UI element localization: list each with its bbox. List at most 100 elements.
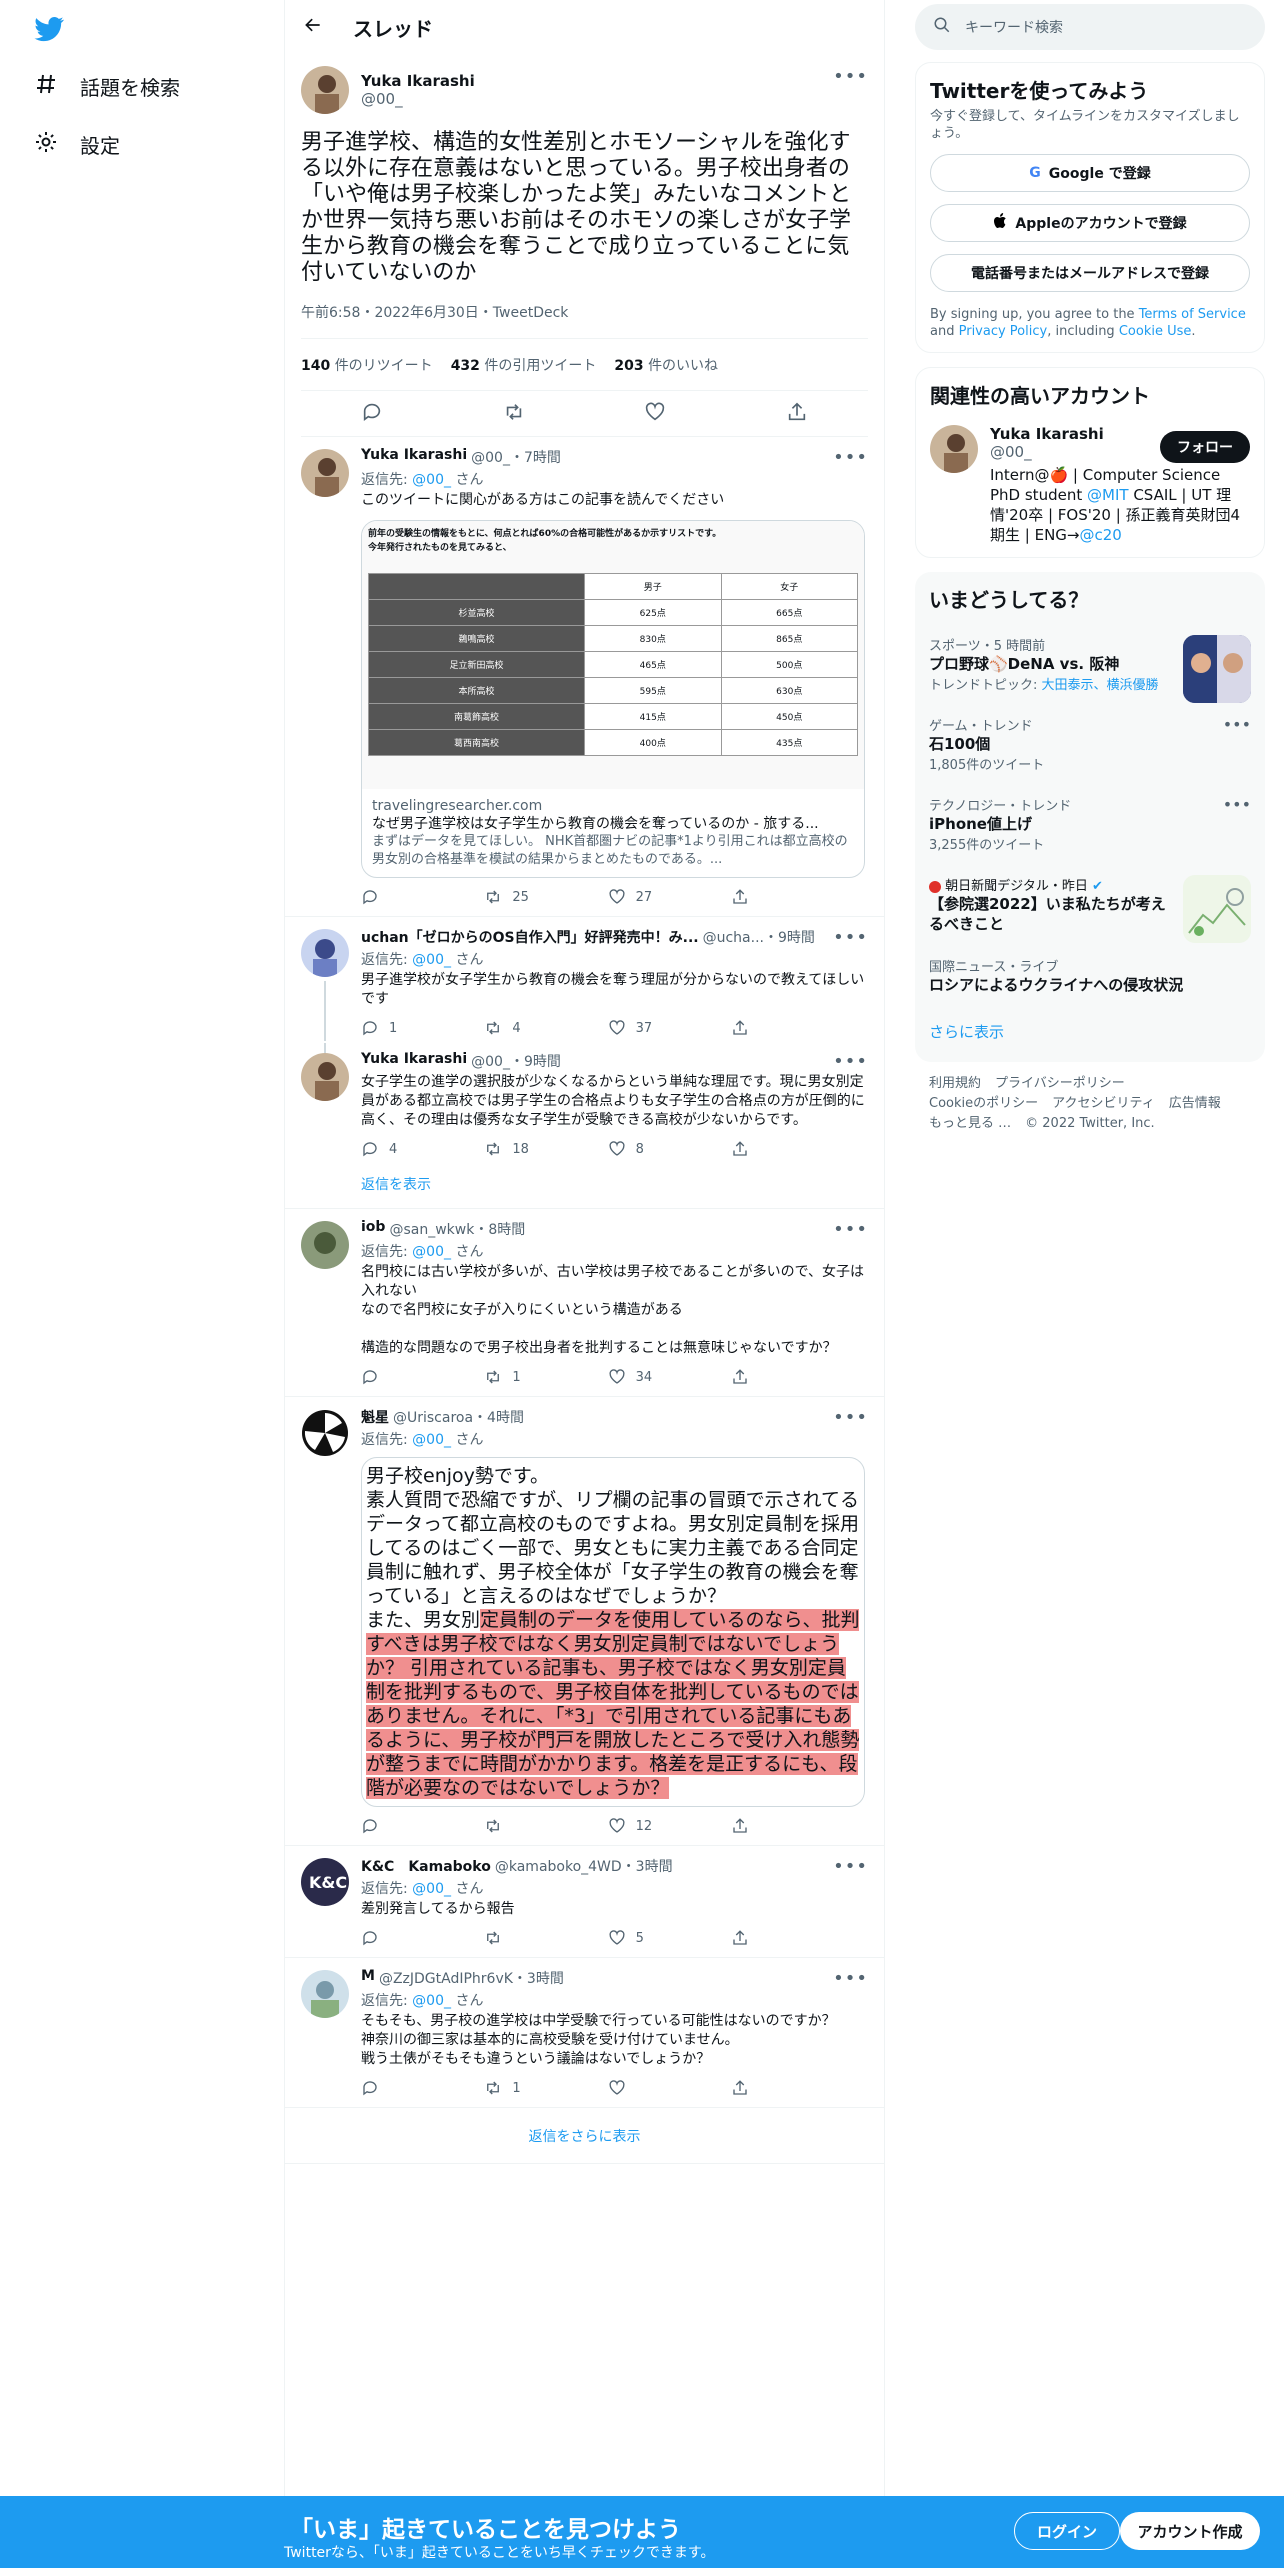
avatar[interactable]	[301, 929, 349, 977]
reply-to-link[interactable]: @00_	[412, 1432, 451, 1448]
trend-item[interactable]: 朝日新聞デジタル・昨日 ✔ 【参院選2022】いま私たちが考えるべきこと	[929, 875, 1251, 943]
google-signup-button[interactable]: G Google で登録	[930, 154, 1250, 192]
reply-tweet[interactable]: ••• iob @san_wkwk・8時間 返信先: @00_ さん 名門校には古…	[285, 1209, 884, 1397]
retweet-button[interactable]: 1	[484, 2079, 544, 2097]
phone-email-signup-button[interactable]: 電話番号またはメールアドレスで登録	[930, 254, 1250, 292]
reply-button[interactable]	[361, 1929, 421, 1947]
reply-button[interactable]	[361, 2079, 421, 2097]
cookie-link[interactable]: Cookie Use	[1119, 324, 1192, 339]
apple-signup-button[interactable]: Appleのアカウントで登録	[930, 204, 1250, 242]
author-handle[interactable]: @00_	[361, 90, 475, 108]
like-button[interactable]: 5	[608, 1929, 668, 1947]
share-icon[interactable]	[786, 401, 808, 427]
author-name[interactable]: Yuka Ikarashi	[361, 72, 475, 90]
reply-tweet[interactable]: ••• Yuka Ikarashi @00_・7時間 返信先: @00_ さん こ…	[285, 437, 884, 917]
retweet-button[interactable]	[484, 1929, 544, 1947]
author-handle[interactable]: @00_・9時間	[471, 1051, 561, 1071]
more-icon[interactable]: •••	[1223, 795, 1251, 814]
avatar[interactable]	[301, 66, 349, 114]
author-name[interactable]: iob	[361, 1219, 385, 1239]
reply-tweet[interactable]: K&C ••• K&C Kamaboko @kamaboko_4WD・3時間 返信…	[285, 1846, 884, 1958]
author-name[interactable]: K&C Kamaboko	[361, 1856, 491, 1876]
more-icon[interactable]: •••	[833, 1856, 868, 1877]
author-handle[interactable]: @Uriscaroa・4時間	[393, 1407, 524, 1427]
trends-show-more[interactable]: さらに表示	[929, 1021, 1251, 1042]
retweet-button[interactable]: 18	[484, 1140, 544, 1158]
more-icon[interactable]: •••	[833, 1407, 868, 1428]
retweet-button[interactable]: 25	[484, 888, 544, 906]
bio-c20-link[interactable]: @c20	[1079, 526, 1121, 544]
author-handle[interactable]: @ucha...・9時間	[703, 927, 815, 947]
back-arrow-icon[interactable]	[303, 15, 323, 39]
follow-button[interactable]: フォロー	[1160, 431, 1250, 463]
more-icon[interactable]: •••	[833, 66, 868, 87]
share-button[interactable]	[731, 1368, 791, 1386]
author-handle[interactable]: @00_・7時間	[471, 447, 561, 467]
avatar[interactable]	[301, 449, 349, 497]
avatar[interactable]	[301, 1409, 349, 1457]
author-handle[interactable]: @ZzJDGtAdIPhr6vK・3時間	[379, 1968, 564, 1988]
avatar[interactable]	[301, 1970, 349, 2018]
like-button[interactable]: 8	[608, 1140, 668, 1158]
reply-to-link[interactable]: @00_	[412, 1881, 451, 1897]
more-icon[interactable]: •••	[833, 927, 868, 948]
author-name[interactable]: 魁星	[361, 1407, 389, 1427]
nav-explore[interactable]: 話題を検索	[34, 72, 180, 101]
related-account[interactable]: Yuka Ikarashi @00_ Intern@🍎 | Computer S…	[930, 425, 1250, 545]
twitter-logo-icon[interactable]	[34, 14, 64, 44]
retweet-button[interactable]	[484, 1817, 544, 1835]
more-icon[interactable]: •••	[833, 1219, 868, 1240]
reply-to-link[interactable]: @00_	[412, 1993, 451, 2009]
reply-to-link[interactable]: @00_	[412, 472, 451, 488]
like-button[interactable]: 34	[608, 1368, 668, 1386]
retweet-button[interactable]: 1	[484, 1368, 544, 1386]
more-icon[interactable]: •••	[1223, 715, 1251, 734]
like-button[interactable]: 12	[608, 1817, 668, 1835]
attached-image[interactable]: 男子校enjoy勢です。 素人質問で恐縮ですが、リプ欄の記事の冒頭で示されてるデ…	[361, 1457, 865, 1807]
footer-link[interactable]: 広告情報	[1169, 1096, 1221, 1111]
reply-button[interactable]: 4	[361, 1140, 421, 1158]
avatar[interactable]	[301, 1053, 349, 1101]
reply-button[interactable]	[361, 1368, 421, 1386]
retweet-button[interactable]: 4	[484, 1019, 544, 1037]
tweet-meta[interactable]: 午前6:58・2022年6月30日・TweetDeck	[301, 302, 868, 339]
privacy-link[interactable]: Privacy Policy	[959, 324, 1048, 339]
author-handle[interactable]: @san_wkwk・8時間	[389, 1219, 525, 1239]
trend-item[interactable]: テクノロジー・トレンド iPhone値上げ 3,255件のツイート •••	[929, 795, 1251, 853]
search-input[interactable]: キーワード検索	[915, 4, 1265, 50]
author-handle[interactable]: @kamaboko_4WD・3時間	[495, 1856, 673, 1876]
bio-mit-link[interactable]: @MIT	[1087, 486, 1129, 504]
show-replies-link[interactable]: 返信を表示	[361, 1174, 868, 1194]
author-name[interactable]: Yuka Ikarashi	[361, 1051, 467, 1071]
share-button[interactable]	[731, 1140, 791, 1158]
share-button[interactable]	[731, 2079, 791, 2097]
reply-button[interactable]: 1	[361, 1019, 421, 1037]
footer-link[interactable]: プライバシーポリシー	[995, 1076, 1125, 1091]
link-card[interactable]: 前年の受験生の情報をもとに、何点とれば60%の合格可能性があるか示すリストです。…	[361, 520, 865, 878]
reply-to-link[interactable]: @00_	[412, 952, 451, 968]
reply-tweet[interactable]: ••• M @ZzJDGtAdIPhr6vK・3時間 返信先: @00_ さん そ…	[285, 1958, 884, 2108]
show-more-replies[interactable]: 返信をさらに表示	[285, 2108, 884, 2164]
more-icon[interactable]: •••	[833, 1051, 868, 1072]
more-icon[interactable]: •••	[833, 447, 868, 468]
create-account-button[interactable]: アカウント作成	[1120, 2512, 1260, 2550]
author-name[interactable]: Yuka Ikarashi	[361, 447, 467, 467]
quote-count[interactable]: 432 件の引用ツイート	[451, 355, 597, 375]
footer-link[interactable]: 利用規約	[929, 1076, 981, 1091]
terms-link[interactable]: Terms of Service	[1139, 307, 1246, 322]
trend-item[interactable]: 国際ニュース・ライブ ロシアによるウクライナへの侵攻状況	[929, 956, 1251, 995]
retweet-count[interactable]: 140 件のリツイート	[301, 355, 433, 375]
more-icon[interactable]: •••	[833, 1968, 868, 1989]
reply-tweet[interactable]: ••• 魁星 @Uriscaroa・4時間 返信先: @00_ さん 男子校enj…	[285, 1397, 884, 1846]
trend-item[interactable]: スポーツ・5 時間前 プロ野球⚾DeNA vs. 阪神 トレンドトピック: 大田…	[929, 635, 1251, 703]
share-button[interactable]	[731, 1929, 791, 1947]
footer-link[interactable]: Cookieのポリシー	[929, 1096, 1038, 1111]
reply-icon[interactable]	[361, 401, 383, 427]
footer-link[interactable]: アクセシビリティ	[1052, 1096, 1155, 1111]
footer-more[interactable]: もっと見る …	[929, 1116, 1011, 1131]
like-button[interactable]: 37	[608, 1019, 668, 1037]
nav-settings[interactable]: 設定	[34, 130, 120, 159]
reply-button[interactable]	[361, 888, 421, 906]
reply-to-link[interactable]: @00_	[412, 1244, 451, 1260]
avatar[interactable]	[930, 425, 978, 473]
